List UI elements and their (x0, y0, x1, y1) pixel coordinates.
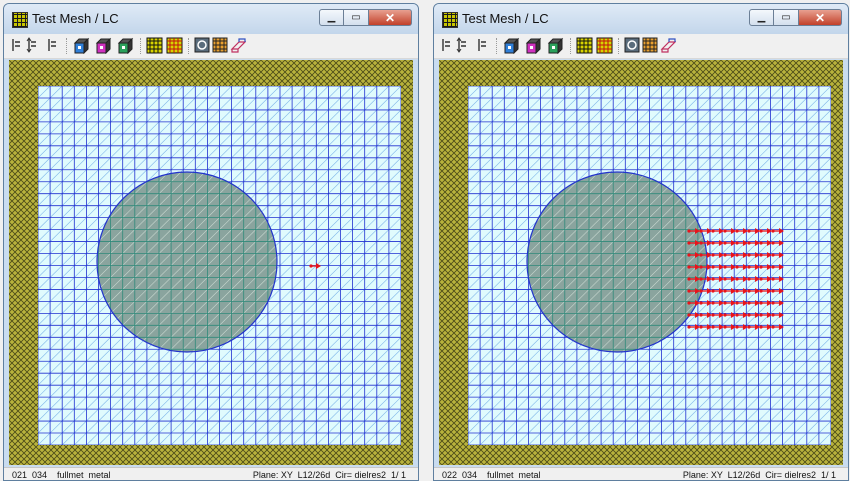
maximize-icon: ▭ (781, 12, 791, 23)
toolbar-separator (570, 38, 572, 54)
mesh-canvas[interactable] (439, 60, 843, 465)
status-bar: 021 034 fullmet metal Plane: XY L12/26d … (4, 467, 418, 480)
mesh-view[interactable] (439, 60, 843, 465)
align-center-button[interactable] (456, 37, 470, 54)
perspective-icon (660, 38, 676, 53)
mesh-cube-blue-button[interactable] (72, 37, 91, 54)
grid-red-button[interactable] (596, 37, 613, 54)
mesh-cube-magenta-button[interactable] (94, 37, 113, 54)
grid-black-button[interactable] (576, 37, 593, 54)
maximize-button[interactable]: ▭ (344, 9, 369, 26)
grid-red-button[interactable] (166, 37, 183, 54)
mesh-cube-green-icon (117, 37, 134, 54)
view-3d-button[interactable] (194, 37, 210, 54)
status-right: Plane: XY L12/26d Cir= dielres2 1/ 1 (252, 470, 406, 480)
window-left: Test Mesh / LC ▁ ▭ ✕ 021 034 fullmet met… (3, 3, 419, 481)
close-button[interactable]: ✕ (799, 9, 842, 26)
app-mesh-icon (442, 12, 458, 28)
status-bar: 022 034 fullmet metal Plane: XY L12/26d … (434, 467, 848, 480)
maximize-icon: ▭ (351, 12, 361, 23)
grid-black-button[interactable] (146, 37, 163, 54)
title-bar[interactable]: Test Mesh / LC ▁ ▭ ✕ (4, 4, 418, 34)
mesh-cube-blue-icon (503, 37, 520, 54)
toolbar-separator (188, 38, 190, 54)
align-right-button[interactable] (476, 37, 488, 54)
mesh-cube-magenta-icon (525, 37, 542, 54)
minimize-icon: ▁ (327, 12, 336, 23)
toolbar-separator (140, 38, 142, 54)
align-right-icon (478, 39, 486, 51)
view-3d-icon (194, 37, 210, 53)
grid-view-icon (642, 37, 658, 53)
perspective-button[interactable] (230, 37, 246, 54)
align-center-icon (26, 37, 36, 53)
close-button[interactable]: ✕ (369, 9, 412, 26)
mesh-cube-green-button[interactable] (116, 37, 135, 54)
window-right: Test Mesh / LC ▁ ▭ ✕ 022 034 fullmet met… (433, 3, 849, 481)
window-title: Test Mesh / LC (462, 11, 549, 26)
mesh-canvas[interactable] (9, 60, 413, 465)
align-left-button[interactable] (440, 37, 452, 54)
view-3d-button[interactable] (624, 37, 640, 54)
status-left: 021 034 fullmet metal (12, 470, 111, 480)
toolbar-separator (496, 38, 498, 54)
close-icon: ✕ (384, 10, 396, 25)
perspective-button[interactable] (660, 37, 676, 54)
mesh-cube-blue-button[interactable] (502, 37, 521, 54)
minimize-button[interactable]: ▁ (749, 9, 774, 26)
toolbar (434, 34, 848, 59)
toolbar (4, 34, 418, 59)
grid-black-icon (576, 37, 593, 54)
mesh-cube-green-icon (547, 37, 564, 54)
close-icon: ✕ (814, 10, 826, 25)
title-bar[interactable]: Test Mesh / LC ▁ ▭ ✕ (434, 4, 848, 34)
perspective-icon (230, 38, 246, 53)
toolbar-separator (66, 38, 68, 54)
window-title: Test Mesh / LC (32, 11, 119, 26)
grid-view-button[interactable] (212, 37, 228, 54)
mesh-cube-green-button[interactable] (546, 37, 565, 54)
minimize-button[interactable]: ▁ (319, 9, 344, 26)
align-left-icon (442, 39, 450, 51)
minimize-icon: ▁ (757, 12, 766, 23)
align-left-button[interactable] (10, 37, 22, 54)
align-center-icon (456, 37, 466, 53)
view-3d-icon (624, 37, 640, 53)
grid-red-icon (596, 37, 613, 54)
align-right-button[interactable] (46, 37, 58, 54)
mesh-view[interactable] (9, 60, 413, 465)
grid-red-icon (166, 37, 183, 54)
grid-black-icon (146, 37, 163, 54)
align-center-button[interactable] (26, 37, 40, 54)
mesh-cube-magenta-icon (95, 37, 112, 54)
mesh-cube-blue-icon (73, 37, 90, 54)
mesh-cube-magenta-button[interactable] (524, 37, 543, 54)
grid-view-button[interactable] (642, 37, 658, 54)
status-right: Plane: XY L12/26d Cir= dielres2 1/ 1 (682, 470, 836, 480)
grid-view-icon (212, 37, 228, 53)
toolbar-separator (618, 38, 620, 54)
maximize-button[interactable]: ▭ (774, 9, 799, 26)
align-right-icon (48, 39, 56, 51)
app-mesh-icon (12, 12, 28, 28)
status-left: 022 034 fullmet metal (442, 470, 541, 480)
align-left-icon (12, 39, 20, 51)
